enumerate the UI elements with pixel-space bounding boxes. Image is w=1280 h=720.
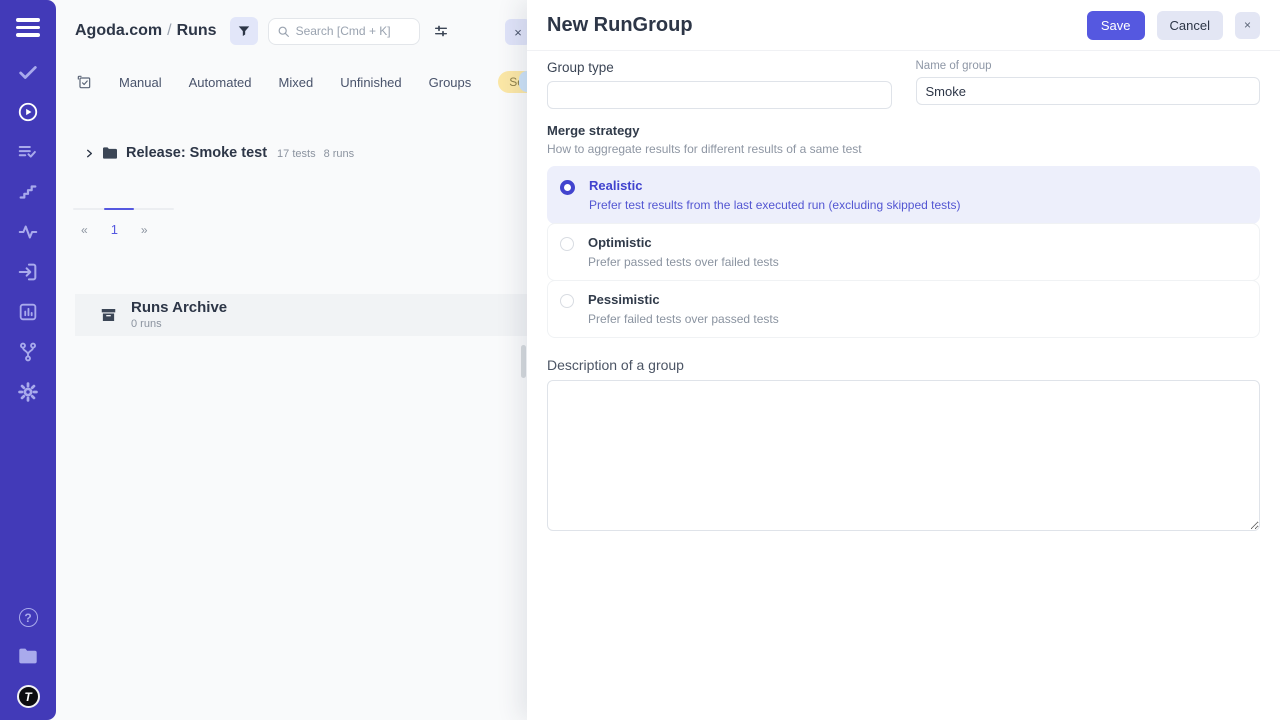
new-rungroup-drawer: New RunGroup Save Cancel × Group type Na… [527,0,1280,720]
sidebar-footer: ? T [17,608,40,708]
chevron-right-icon[interactable] [84,148,95,159]
description-field-block: Description of a group [547,357,1260,536]
description-textarea[interactable] [547,380,1260,531]
sliders-icon[interactable] [431,21,451,41]
tab-automated[interactable]: Automated [189,75,252,90]
description-label: Description of a group [547,357,1260,373]
group-type-label: Group type [547,60,892,75]
save-button[interactable]: Save [1087,11,1145,40]
search-icon [277,25,290,38]
option-realistic-desc: Prefer test results from the last execut… [589,198,961,212]
radio-unselected-icon[interactable] [560,294,574,308]
panel-header: Agoda.com/Runs [56,0,527,45]
tab-mixed[interactable]: Mixed [279,75,314,90]
radio-selected-icon[interactable] [560,180,575,195]
option-realistic[interactable]: Realistic Prefer test results from the l… [547,166,1260,224]
name-of-group-input[interactable] [916,77,1261,105]
option-pessimistic-title: Pessimistic [588,292,779,307]
funnel-icon [237,24,251,38]
tree-item-counts: 17 tests 8 runs [277,146,354,160]
avatar[interactable]: T [17,685,40,708]
folder-icon [102,146,118,160]
archive-title: Runs Archive [131,300,227,317]
sidebar: ? T [0,0,56,720]
merge-strategy-label: Merge strategy [547,123,1260,138]
hamburger-menu-icon[interactable] [12,14,44,41]
tab-manual[interactable]: Manual [119,75,162,90]
cancel-button[interactable]: Cancel [1157,11,1223,40]
runs-count: 8 runs [324,148,355,160]
pagination-track [73,208,174,210]
search-box [268,18,420,45]
pagination: « 1 » [73,208,174,237]
pagination-active-indicator [104,208,134,210]
archive-box-icon [99,306,118,324]
play-circle-icon[interactable] [17,101,39,123]
tab-unfinished[interactable]: Unfinished [340,75,401,90]
group-type-field-block: Group type [547,60,892,109]
merge-strategy-options: Realistic Prefer test results from the l… [547,166,1260,338]
radio-unselected-icon[interactable] [560,237,574,251]
panel-scrollbar-thumb[interactable] [521,345,526,378]
sidebar-nav [17,61,39,403]
option-realistic-title: Realistic [589,178,961,193]
tests-count: 17 tests [277,148,316,160]
page-title: New RunGroup [547,14,693,37]
folder-icon[interactable] [17,645,39,667]
runs-archive-row[interactable]: Runs Archive 0 runs [75,294,527,336]
gear-icon[interactable] [17,381,39,403]
breadcrumb-separator: / [162,22,176,39]
drawer-header: New RunGroup Save Cancel × [527,0,1280,51]
breadcrumb-project[interactable]: Agoda.com [75,22,162,39]
archive-count: 0 runs [131,318,227,330]
tab-groups[interactable]: Groups [429,75,472,90]
runs-panel: Agoda.com/Runs × Manual Automated Mixed … [56,0,527,720]
option-optimistic[interactable]: Optimistic Prefer passed tests over fail… [547,223,1260,281]
merge-strategy-header: Merge strategy How to aggregate results … [547,123,1260,156]
name-field-block: Name of group [916,60,1261,109]
branch-icon[interactable] [17,341,39,363]
import-arrow-icon[interactable] [17,261,39,283]
breadcrumb: Agoda.com/Runs [75,22,217,40]
tree-item-release-smoke-test[interactable]: Release: Smoke test 17 tests 8 runs [56,145,527,161]
group-type-input[interactable] [547,81,892,109]
option-pessimistic-desc: Prefer failed tests over passed tests [588,312,779,326]
close-icon[interactable]: × [1235,12,1260,39]
bar-chart-icon[interactable] [17,301,39,323]
question-circle-icon[interactable]: ? [19,608,38,627]
search-input[interactable] [296,24,411,38]
filter-button[interactable] [230,17,258,45]
option-optimistic-title: Optimistic [588,235,779,250]
tabs-row: Manual Automated Mixed Unfinished Groups… [56,71,527,93]
pagination-next-button[interactable]: » [141,223,148,237]
merge-strategy-hint: How to aggregate results for different r… [547,142,1260,156]
tree-item-label: Release: Smoke test [126,145,267,161]
stairs-icon[interactable] [17,181,39,203]
pagination-page-1[interactable]: 1 [111,222,118,237]
name-of-group-label: Name of group [916,60,1261,72]
list-check-icon[interactable] [17,141,39,163]
breadcrumb-current: Runs [177,22,217,39]
option-optimistic-desc: Prefer passed tests over failed tests [588,255,779,269]
check-icon[interactable] [17,61,39,83]
select-all-icon[interactable] [76,74,92,90]
pulse-icon[interactable] [17,221,39,243]
option-pessimistic[interactable]: Pessimistic Prefer failed tests over pas… [547,280,1260,338]
pagination-prev-button[interactable]: « [81,223,88,237]
